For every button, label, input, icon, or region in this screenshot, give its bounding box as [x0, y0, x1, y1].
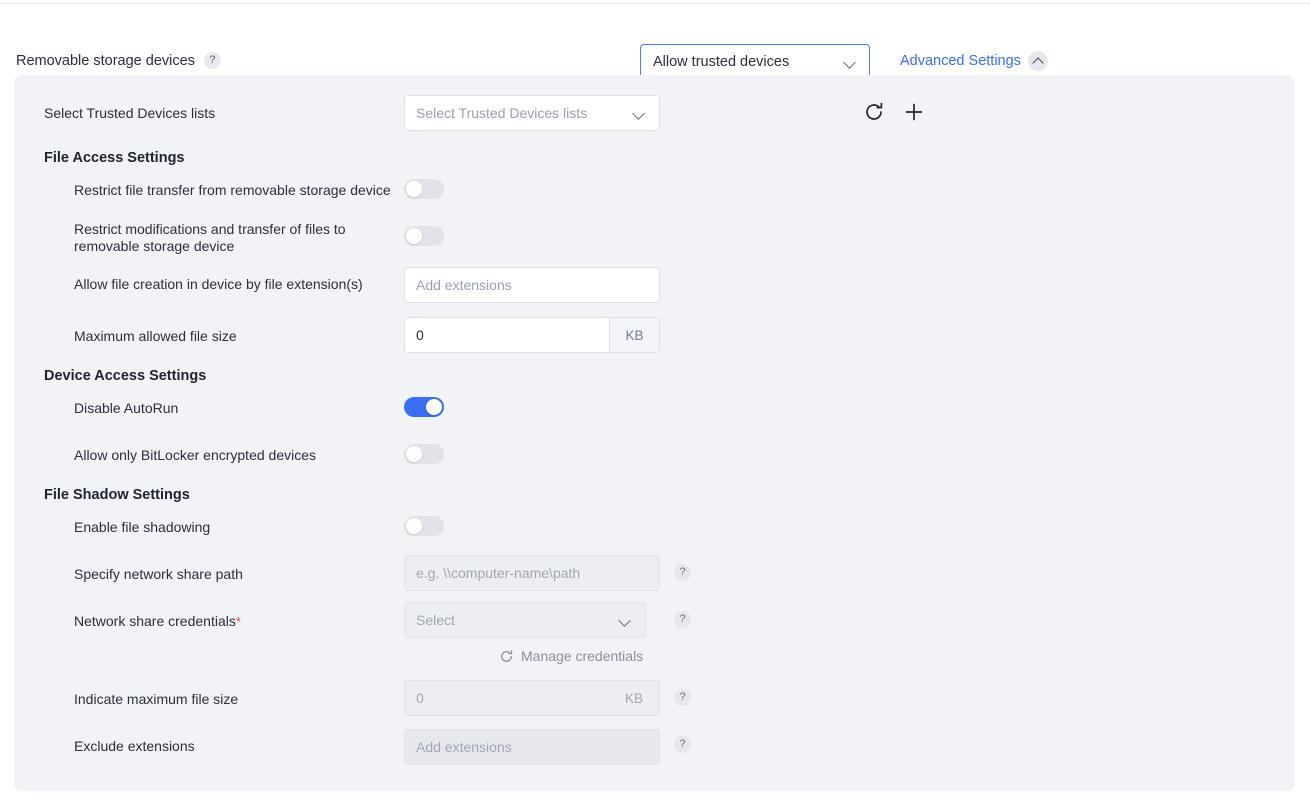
network-share-credentials-text: Network share credentials: [74, 613, 236, 629]
advanced-settings-panel: Select Trusted Devices lists Select Trus…: [14, 75, 1295, 791]
label-exclude-extensions: Exclude extensions: [74, 738, 195, 755]
indicate-max-file-size-unit: KB: [609, 681, 659, 715]
advanced-settings-label: Advanced Settings: [900, 53, 1021, 69]
exclude-extensions-placeholder: Add extensions: [405, 739, 659, 755]
section-title-device-access: Device Access Settings: [44, 368, 206, 384]
toggle-enable-file-shadowing[interactable]: [404, 516, 444, 536]
toggle-disable-autorun[interactable]: [404, 397, 444, 417]
manage-credentials-label: Manage credentials: [521, 648, 643, 664]
section-title-file-access: File Access Settings: [44, 150, 185, 166]
trusted-lists-placeholder: Select Trusted Devices lists: [405, 105, 633, 121]
required-marker: *: [236, 614, 241, 629]
label-restrict-modifications: Restrict modifications and transfer of f…: [74, 221, 404, 255]
label-max-allowed-file-size: Maximum allowed file size: [74, 328, 237, 345]
label-network-share-credentials: Network share credentials*: [74, 613, 241, 630]
indicate-max-file-size-input[interactable]: 0 KB: [404, 680, 660, 716]
toggle-restrict-file-transfer[interactable]: [404, 179, 444, 199]
chevron-down-icon: [619, 614, 632, 627]
refresh-icon: [499, 649, 514, 664]
refresh-icon[interactable]: [863, 101, 885, 123]
chevron-down-icon: [633, 107, 646, 120]
question-mark-icon[interactable]: ?: [674, 736, 691, 753]
manage-credentials-link[interactable]: Manage credentials: [499, 648, 643, 664]
page-title-text: Removable storage devices: [16, 53, 195, 69]
max-allowed-file-size-unit: KB: [609, 318, 659, 352]
allow-file-creation-extensions-input[interactable]: Add extensions: [404, 267, 660, 303]
label-restrict-file-transfer: Restrict file transfer from removable st…: [74, 182, 391, 199]
question-mark-icon[interactable]: ?: [674, 689, 691, 706]
section-title-file-shadow: File Shadow Settings: [44, 487, 190, 503]
label-indicate-max-file-size: Indicate maximum file size: [74, 691, 238, 708]
advanced-settings-toggle[interactable]: Advanced Settings: [900, 51, 1048, 71]
top-divider: [0, 3, 1310, 4]
max-allowed-file-size-input[interactable]: 0 KB: [404, 317, 660, 353]
toggle-bitlocker-only[interactable]: [404, 444, 444, 464]
question-mark-icon[interactable]: ?: [674, 564, 691, 581]
allow-file-creation-placeholder: Add extensions: [405, 277, 659, 293]
question-mark-icon[interactable]: ?: [674, 611, 691, 628]
chevron-down-icon: [844, 56, 857, 69]
label-network-share-path: Specify network share path: [74, 566, 243, 583]
removable-storage-mode-value: Allow trusted devices: [653, 54, 844, 70]
label-enable-file-shadowing: Enable file shadowing: [74, 519, 210, 536]
network-share-path-input[interactable]: e.g. \\computer-name\path: [404, 555, 660, 591]
plus-icon[interactable]: [903, 101, 925, 123]
network-share-credentials-select[interactable]: Select: [404, 602, 646, 638]
indicate-max-file-size-placeholder: 0: [405, 690, 609, 706]
chevron-up-icon: [1028, 51, 1048, 71]
max-allowed-file-size-value: 0: [405, 327, 609, 343]
page-title: Removable storage devices?: [16, 52, 221, 70]
label-disable-autorun: Disable AutoRun: [74, 400, 178, 417]
label-bitlocker-only: Allow only BitLocker encrypted devices: [74, 447, 316, 464]
question-mark-icon[interactable]: ?: [204, 52, 221, 69]
exclude-extensions-input[interactable]: Add extensions: [404, 729, 660, 765]
label-allow-file-creation: Allow file creation in device by file ex…: [74, 276, 363, 293]
toggle-restrict-modifications[interactable]: [404, 226, 444, 246]
trusted-lists-label: Select Trusted Devices lists: [44, 105, 215, 122]
header-row: Removable storage devices? Allow trusted…: [0, 18, 1310, 70]
trusted-lists-select[interactable]: Select Trusted Devices lists: [404, 95, 660, 131]
network-share-credentials-placeholder: Select: [405, 612, 619, 628]
network-share-path-placeholder: e.g. \\computer-name\path: [405, 565, 659, 581]
